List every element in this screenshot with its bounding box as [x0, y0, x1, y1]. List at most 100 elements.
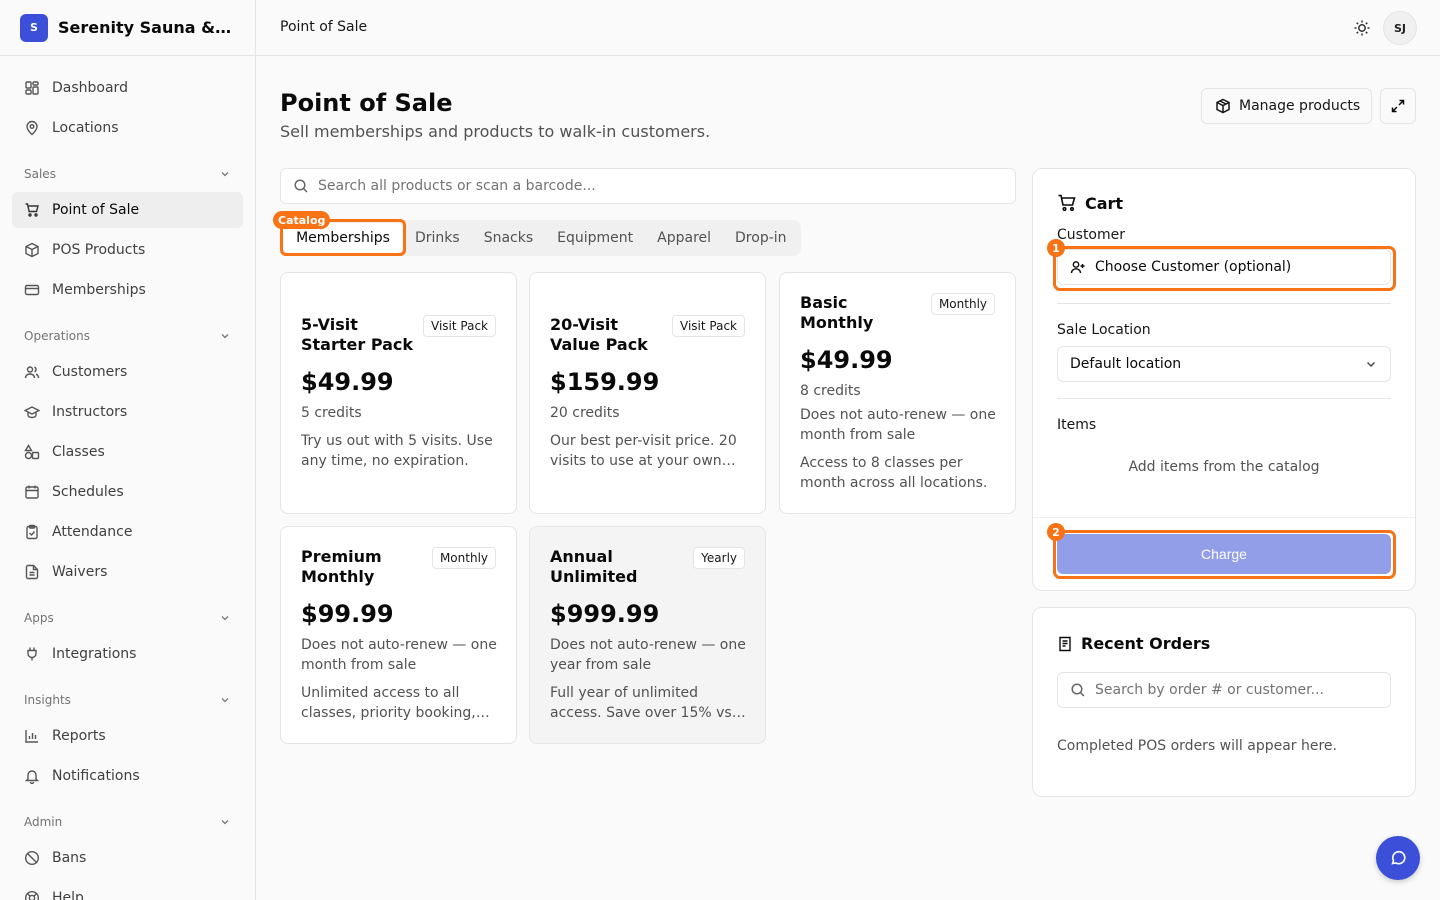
- sidebar-item-notifications[interactable]: Notifications: [12, 758, 243, 794]
- product-badge: Monthly: [930, 293, 995, 315]
- plug-icon: [27, 647, 37, 661]
- sidebar-item-classes[interactable]: Classes: [12, 434, 243, 470]
- sidebar-item-waivers[interactable]: Waivers: [12, 554, 243, 590]
- tab-equipment[interactable]: Equipment: [545, 223, 645, 253]
- product-price: $159.99: [550, 368, 660, 396]
- sidebar-item-label: Help: [52, 890, 84, 900]
- sale-location-select[interactable]: Default location: [1057, 346, 1391, 382]
- sidebar-group-operations[interactable]: Operations: [12, 318, 243, 354]
- ban-icon: [24, 850, 40, 866]
- cart-title: Cart: [1057, 193, 1123, 213]
- sidebar-item-label: Schedules: [52, 484, 124, 500]
- sidebar-group-insights[interactable]: Insights: [12, 682, 243, 718]
- product-badge: Visit Pack: [423, 315, 496, 337]
- sidebar-item-pos-products[interactable]: POS Products: [12, 232, 243, 268]
- sidebar-item-help[interactable]: Help: [12, 880, 243, 900]
- catalog-search: [280, 168, 1016, 204]
- divider: [1057, 398, 1391, 399]
- sidebar-item-label: Notifications: [52, 768, 140, 784]
- product-name: 20-Visit Value Pack: [550, 315, 648, 354]
- cart-icon: [25, 203, 39, 217]
- sidebar-group-admin[interactable]: Admin: [12, 804, 243, 840]
- tab-snacks[interactable]: Snacks: [472, 223, 545, 253]
- product-description: Our best per-visit price. 20 visits to u…: [550, 433, 737, 469]
- product-renewal: Does not auto-renew — one year from sale: [550, 637, 746, 673]
- manage-products-button[interactable]: Manage products: [1201, 88, 1372, 124]
- sidebar: S Serenity Sauna & ... Dashboard Locatio…: [0, 0, 256, 900]
- recent-orders-title-label: Recent Orders: [1081, 634, 1211, 653]
- sidebar-item-bans[interactable]: Bans: [12, 840, 243, 876]
- sidebar-item-label: Integrations: [52, 646, 137, 662]
- brand[interactable]: S Serenity Sauna & ...: [0, 0, 255, 56]
- product-card[interactable]: Basic Monthly Monthly $49.99 8 credits D…: [779, 272, 1016, 514]
- tab-drinks[interactable]: Drinks: [403, 223, 472, 253]
- sidebar-item-memberships[interactable]: Memberships: [12, 272, 243, 308]
- sale-location-label: Sale Location: [1057, 322, 1151, 338]
- sidebar-group-apps[interactable]: Apps: [12, 600, 243, 636]
- sidebar-item-dashboard[interactable]: Dashboard: [12, 70, 243, 106]
- product-card[interactable]: 20-Visit Value Pack Visit Pack $159.99 2…: [529, 272, 766, 514]
- product-card[interactable]: Premium Monthly Monthly $99.99 Does not …: [280, 526, 517, 744]
- sidebar-nav: Dashboard Locations Sales Point of Sale …: [0, 56, 255, 900]
- sidebar-item-schedules[interactable]: Schedules: [12, 474, 243, 510]
- recent-orders-title: Recent Orders: [1057, 634, 1210, 653]
- sidebar-group-label: Insights: [24, 693, 71, 707]
- product-price: $999.99: [550, 600, 660, 628]
- sidebar-group-label: Sales: [24, 167, 56, 181]
- user-plus-icon: [1070, 261, 1085, 274]
- product-badge: Yearly: [693, 547, 745, 569]
- chat-button[interactable]: [1376, 836, 1420, 880]
- message-circle-icon: [1391, 850, 1406, 865]
- topbar-breadcrumb: Point of Sale: [280, 19, 368, 35]
- chevron-down-icon: [1367, 362, 1375, 367]
- sidebar-item-label: POS Products: [52, 242, 146, 258]
- fullscreen-button[interactable]: [1380, 88, 1416, 124]
- sidebar-item-integrations[interactable]: Integrations: [12, 636, 243, 672]
- product-price: $49.99: [301, 368, 394, 396]
- orders-search: [1057, 672, 1391, 708]
- product-credits: 20 credits: [550, 405, 620, 421]
- sidebar-group-label: Admin: [24, 815, 63, 829]
- cart-panel: Cart Customer Choose Customer (optional)…: [1032, 168, 1416, 591]
- sidebar-item-label: Instructors: [52, 404, 128, 420]
- product-description: Access to 8 classes per month across all…: [800, 455, 988, 491]
- product-card[interactable]: 5-Visit Starter Pack Visit Pack $49.99 5…: [280, 272, 517, 514]
- sidebar-item-label: Waivers: [52, 564, 108, 580]
- tab-apparel[interactable]: Apparel: [645, 223, 723, 253]
- sidebar-item-label: Customers: [52, 364, 128, 380]
- tab-drop-in[interactable]: Drop-in: [723, 223, 799, 253]
- sidebar-item-locations[interactable]: Locations: [12, 110, 243, 146]
- sidebar-item-reports[interactable]: Reports: [12, 718, 243, 754]
- dashboard-icon: [25, 81, 39, 95]
- orders-empty-message: Completed POS orders will appear here.: [1057, 738, 1337, 754]
- shapes-icon: [24, 444, 40, 460]
- product-name: Annual Unlimited: [550, 547, 638, 586]
- bar-chart-icon: [25, 730, 38, 743]
- catalog-search-input[interactable]: [318, 178, 978, 194]
- product-name: Basic Monthly: [800, 293, 874, 332]
- product-description: Unlimited access to all classes, priorit…: [301, 685, 476, 721]
- orders-search-input[interactable]: [1095, 682, 1385, 698]
- recent-orders-panel: Recent Orders Completed POS orders will …: [1032, 607, 1416, 797]
- divider: [1033, 517, 1415, 518]
- charge-button[interactable]: Charge: [1057, 534, 1391, 574]
- cart-empty-message: Add items from the catalog: [1128, 459, 1320, 475]
- credit-card-icon: [24, 284, 40, 296]
- divider: [1057, 303, 1391, 304]
- chevron-down-icon: [221, 172, 229, 177]
- product-renewal: Does not auto-renew — one month from sal…: [301, 637, 497, 673]
- sidebar-item-customers[interactable]: Customers: [12, 354, 243, 390]
- sidebar-item-instructors[interactable]: Instructors: [12, 394, 243, 430]
- sidebar-group-label: Operations: [24, 329, 90, 343]
- user-avatar[interactable]: SJ: [1383, 11, 1417, 45]
- sun-icon[interactable]: [1352, 18, 1372, 38]
- items-label: Items: [1057, 417, 1097, 433]
- sidebar-item-point-of-sale[interactable]: Point of Sale: [12, 192, 243, 228]
- product-card[interactable]: Annual Unlimited Yearly $999.99 Does not…: [529, 526, 766, 744]
- sidebar-group-sales[interactable]: Sales: [12, 156, 243, 192]
- catalog-annotation-label: Catalog: [273, 211, 331, 229]
- sidebar-item-attendance[interactable]: Attendance: [12, 514, 243, 550]
- sidebar-item-label: Reports: [52, 728, 106, 744]
- brand-name: Serenity Sauna & ...: [58, 18, 234, 37]
- choose-customer-button[interactable]: Choose Customer (optional): [1057, 249, 1391, 285]
